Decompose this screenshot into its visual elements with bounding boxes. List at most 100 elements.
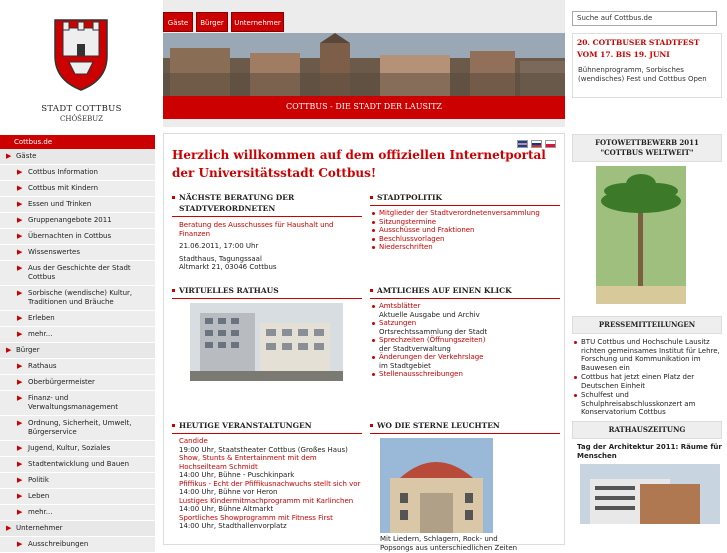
amtliches-link[interactable]: Stellenausschreibungen: [370, 370, 560, 379]
sidebar-subitem[interactable]: ▶ mehr...: [0, 327, 155, 343]
sidebar-subitem[interactable]: ▶ Übernachten in Cottbus: [0, 229, 155, 245]
rathauszeitung-title[interactable]: RATHAUSZEITUNG: [572, 421, 722, 439]
event-name[interactable]: Lustiges Kindermitmachprogramm mit Karli…: [179, 497, 362, 506]
amtliches-section: AMTLICHES AUF EINEN KLICK Amtsblätter Akt…: [370, 285, 560, 379]
sidebar-item-label: Wissenswertes: [28, 248, 81, 256]
amtliches-desc: der Stadtverwaltung: [379, 344, 451, 353]
beratung-link[interactable]: Beratung des Ausschusses für Haushalt un…: [172, 221, 362, 238]
sidebar-subitem[interactable]: ▶ Erleben: [0, 311, 155, 327]
sidebar-subitem[interactable]: ▶ Sorbische (wendische) Kultur, Tradition…: [0, 286, 155, 311]
arrow-right-icon: ▶: [17, 394, 23, 402]
sidebar-subitem[interactable]: ▶ Essen und Trinken: [0, 197, 155, 213]
event-name[interactable]: Sportliches Showprogramm mit Fitness Fir…: [179, 514, 362, 523]
arrow-right-icon: ▶: [17, 314, 23, 322]
event-name[interactable]: Show, Stunts & Entertainment mit dem Hoc…: [179, 454, 362, 471]
sidebar-subitem[interactable]: ▶ Stadtentwicklung und Bauen: [0, 457, 155, 473]
arrow-right-icon: ▶: [17, 419, 23, 427]
sidebar-subitem[interactable]: ▶ Oberbürgermeister: [0, 375, 155, 391]
sidebar-subitem[interactable]: ▶ mehr...: [0, 505, 155, 521]
sidebar-head[interactable]: Cottbus.de: [0, 135, 155, 149]
sidebar-item-label: Stadtentwicklung und Bauen: [28, 460, 130, 468]
sidebar-subitem[interactable]: ▶ Leben: [0, 489, 155, 505]
city-name: STADT COTTBUS: [41, 104, 122, 114]
arrow-right-icon: ▶: [17, 248, 23, 256]
nav-gaeste[interactable]: Gäste: [163, 12, 193, 32]
pressemitteilung-link[interactable]: BTU Cottbus und Hochschule Lausitz richt…: [572, 338, 722, 372]
stadtpolitik-link[interactable]: Ausschüsse und Fraktionen: [370, 226, 560, 235]
rathauszeitung-headline[interactable]: Tag der Architektur 2011: Räume für Mens…: [572, 443, 722, 460]
sidebar-item-label: Cottbus mit Kindern: [28, 184, 99, 192]
amtliches-link[interactable]: Amtsblätter: [370, 302, 560, 311]
sidebar-subitem[interactable]: ▶ Cottbus mit Kindern: [0, 181, 155, 197]
amtliches-title: AMTLICHES AUF EINEN KLICK: [370, 285, 560, 299]
sidebar-item-label: Jugend, Kultur, Soziales: [28, 444, 111, 452]
arrow-right-icon: ▶: [17, 508, 23, 516]
sidebar-item-label: Gruppenangebote 2011: [28, 216, 112, 224]
amtliches-link[interactable]: Sprechzeiten (Öffnungszeiten): [370, 336, 560, 345]
beratung-place: Stadthaus, Tagungssaal: [179, 254, 262, 263]
sidebar-section[interactable]: ▶ Unternehmer: [0, 521, 155, 537]
amtliches-desc: im Stadtgebiet: [379, 361, 431, 370]
stadtpolitik-link[interactable]: Sitzungstermine: [370, 218, 560, 227]
amtliches-link[interactable]: Änderungen der Verkehrslage: [370, 353, 560, 362]
rathaus-image[interactable]: [190, 303, 343, 381]
sidebar-subitem[interactable]: ▶ Rathaus: [0, 359, 155, 375]
event-name[interactable]: Candide: [179, 437, 362, 446]
arrow-right-icon: ▶: [6, 346, 12, 354]
news-teaser[interactable]: 20. COTTBUSER STADTFEST VOM 17. BIS 19. …: [572, 33, 722, 98]
stadtpolitik-section: STADTPOLITIK Mitglieder der Stadtverordn…: [370, 192, 560, 252]
pressemitteilungen-title[interactable]: PRESSEMITTEILUNGEN: [572, 316, 722, 334]
pressemitteilung-link[interactable]: Schulfest und Schulphreisabschlusskonzer…: [572, 391, 722, 417]
arrow-right-icon: ▶: [17, 492, 23, 500]
fotowettbewerb-image[interactable]: [596, 166, 686, 304]
event-info: 14:00 Uhr, Bühne Altmarkt: [179, 505, 274, 513]
news-title[interactable]: 20. COTTBUSER STADTFEST VOM 17. BIS 19. …: [573, 34, 721, 64]
news-text: Bühnenprogramm, Sorbisches (wendisches) …: [578, 66, 707, 83]
stadtpolitik-link[interactable]: Mitglieder der Stadtverordnetenversammlu…: [370, 209, 560, 218]
sidebar-item-label: Aus der Geschichte der Stadt Cottbus: [28, 264, 131, 281]
rathauszeitung-image[interactable]: [580, 464, 720, 524]
sidebar-section[interactable]: ▶ Gäste: [0, 149, 155, 165]
sidebar-item-label: Leben: [28, 492, 50, 500]
arrow-right-icon: ▶: [17, 362, 23, 370]
arrow-right-icon: ▶: [17, 232, 23, 240]
sidebar-item-label: Finanz- und Verwaltungsmanagement: [28, 394, 118, 411]
nav-unternehmer[interactable]: Unternehmer: [231, 12, 284, 32]
fotowettbewerb-title[interactable]: FOTOWETTBEWERB 2011 "COTTBUS WELTWEIT": [572, 134, 722, 162]
sidebar-subitem[interactable]: ▶ Gruppenangebote 2011: [0, 213, 155, 229]
sidebar-subitem[interactable]: ▶ Wissenswertes: [0, 245, 155, 261]
sidebar-subitem[interactable]: ▶ Ordnung, Sicherheit, Umwelt, Bürgerserv…: [0, 416, 155, 441]
sidebar-section[interactable]: ▶ Bürger: [0, 343, 155, 359]
arrow-right-icon: ▶: [17, 168, 23, 176]
sidebar-subitem[interactable]: ▶ Finanz- und Verwaltungsmanagement: [0, 391, 155, 416]
sidebar-item-label: mehr...: [28, 508, 53, 516]
sidebar-item-label: mehr...: [28, 330, 53, 338]
arrow-right-icon: ▶: [17, 184, 23, 192]
stadtpolitik-link[interactable]: Niederschriften: [370, 243, 560, 252]
nav-buerger[interactable]: Bürger: [196, 12, 228, 32]
sidebar-subitem[interactable]: ▶ Cottbus Information: [0, 165, 155, 181]
sidebar-subitem[interactable]: ▶ Jugend, Kultur, Soziales: [0, 441, 155, 457]
sterne-image[interactable]: [380, 438, 493, 533]
arrow-right-icon: ▶: [6, 524, 12, 532]
sidebar-item-label: Ausschreibungen: [28, 540, 89, 548]
sidebar: Cottbus.de ▶ Gäste ▶ Cottbus Information ▶ Co…: [0, 135, 155, 553]
city-coat-of-arms[interactable]: [49, 12, 113, 92]
sterne-title: WO DIE STERNE LEUCHTEN: [370, 420, 560, 434]
stadtpolitik-link[interactable]: Beschlussvorlagen: [370, 235, 560, 244]
event-name[interactable]: Pfiffikus - Echt der Pfiffikusnachwuchs …: [179, 480, 362, 489]
sidebar-item-label: Erleben: [28, 314, 55, 322]
arrow-right-icon: ▶: [17, 460, 23, 468]
amtliches-link[interactable]: Satzungen: [370, 319, 560, 328]
arrow-right-icon: ▶: [17, 216, 23, 224]
pressemitteilung-link[interactable]: Cottbus hat jetzt einen Platz der Deutsc…: [572, 373, 722, 390]
sidebar-subitem[interactable]: ▶ Aus der Geschichte der Stadt Cottbus: [0, 261, 155, 286]
rathauszeitung-panel: RATHAUSZEITUNG Tag der Architektur 2011:…: [572, 421, 722, 524]
sidebar-subitem[interactable]: ▶ Politik: [0, 473, 155, 489]
beratung-address: Altmarkt 21, 03046 Cottbus: [179, 263, 277, 271]
arrow-right-icon: ▶: [17, 476, 23, 484]
sidebar-item-label: Cottbus Information: [28, 168, 98, 176]
search-input[interactable]: Suche auf Cottbus.de: [572, 11, 717, 26]
sidebar-subitem[interactable]: ▶ Ausschreibungen: [0, 537, 155, 553]
sidebar-item-label: Übernachten in Cottbus: [28, 232, 112, 240]
